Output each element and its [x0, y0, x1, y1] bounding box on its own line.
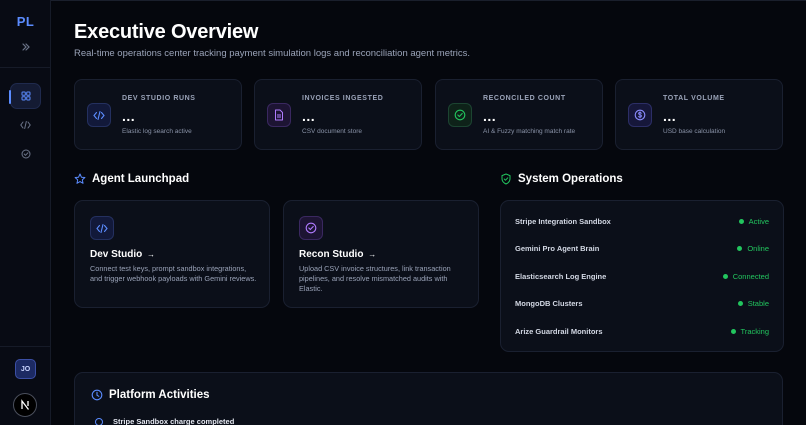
- status-badge: Connected: [722, 271, 769, 281]
- dollar-icon: [634, 109, 646, 121]
- operation-name: Stripe Integration Sandbox: [515, 216, 611, 226]
- operation-row: Stripe Integration Sandbox Active: [515, 214, 769, 228]
- launch-card-description: Connect test keys, prompt sandbox integr…: [90, 264, 257, 283]
- stat-description: AI & Fuzzy matching match rate: [483, 128, 576, 135]
- status-text: Online: [747, 244, 769, 253]
- document-icon: [275, 109, 283, 121]
- launchpad-title: Agent Launchpad: [92, 173, 190, 185]
- operation-name: Elasticsearch Log Engine: [515, 271, 607, 281]
- stat-description: USD base calculation: [663, 128, 726, 135]
- launchpad-heading: Agent Launchpad: [74, 173, 189, 185]
- status-dot-icon: [737, 301, 743, 306]
- nav-dev-studio[interactable]: [10, 112, 41, 138]
- operation-name: MongoDB Clusters: [515, 299, 583, 308]
- status-dot-icon: [730, 328, 736, 334]
- app-logo[interactable]: PL: [0, 14, 51, 29]
- status-dot-icon: [737, 246, 743, 251]
- code-icon: [96, 223, 108, 233]
- user-avatar[interactable]: JO: [15, 359, 36, 379]
- status-dot-icon: [738, 218, 744, 224]
- activities-title: Platform Activities: [109, 389, 210, 401]
- recon-studio-card[interactable]: Recon Studio → Upload CSV invoice struct…: [283, 200, 479, 308]
- launch-icon-box: [299, 216, 323, 240]
- platform-activities-panel: Platform Activities Stripe Sandbox charg…: [74, 372, 783, 425]
- activity-item[interactable]: Stripe Sandbox charge completed: [95, 417, 234, 425]
- stat-icon-box: [448, 103, 472, 127]
- stat-value: ...: [302, 108, 316, 124]
- launch-icon-box: [90, 216, 114, 240]
- sidebar-divider: [0, 346, 51, 347]
- sidebar: PL JO: [0, 0, 51, 425]
- status-text: Connected: [732, 271, 769, 281]
- stat-card-invoices-ingested: INVOICES INGESTED ... CSV document store: [254, 79, 422, 150]
- n-letter-icon: [21, 399, 30, 410]
- status-badge: Stable: [737, 299, 769, 308]
- check-circle-icon: [454, 109, 466, 121]
- stat-description: CSV document store: [302, 128, 362, 135]
- sidebar-divider: [0, 67, 51, 68]
- stat-label: RECONCILED COUNT: [483, 95, 566, 102]
- dev-studio-card[interactable]: Dev Studio → Connect test keys, prompt s…: [74, 200, 270, 308]
- code-icon: [93, 110, 105, 120]
- status-dot-icon: [722, 273, 728, 279]
- status-badge: Online: [737, 244, 769, 253]
- operations-title: System Operations: [518, 173, 623, 185]
- stat-icon-box: [628, 103, 652, 127]
- stat-value: ...: [122, 108, 136, 124]
- status-badge: Tracking: [730, 326, 769, 336]
- operation-row: Gemini Pro Agent Brain Online: [515, 242, 769, 256]
- activity-text: Stripe Sandbox charge completed: [113, 417, 235, 425]
- star-icon: [74, 173, 86, 184]
- launch-card-title: Recon Studio →: [299, 249, 376, 260]
- clock-icon: [91, 389, 103, 401]
- stat-card-reconciled-count: RECONCILED COUNT ... AI & Fuzzy matching…: [435, 79, 603, 150]
- operation-row: MongoDB Clusters Stable: [515, 297, 769, 311]
- chevrons-right-icon: [21, 43, 30, 51]
- launch-card-title: Dev Studio →: [90, 249, 155, 260]
- status-text: Tracking: [740, 326, 769, 336]
- operation-row: Elasticsearch Log Engine Connected: [515, 269, 769, 283]
- stat-value: ...: [483, 108, 497, 124]
- status-badge: Active: [738, 216, 769, 226]
- launch-card-description: Upload CSV invoice structures, link tran…: [299, 264, 451, 293]
- status-text: Stable: [747, 299, 769, 308]
- arrow-right-icon: →: [147, 250, 156, 259]
- check-circle-icon: [305, 222, 317, 234]
- system-operations-panel: Stripe Integration Sandbox Active Gemini…: [500, 200, 784, 352]
- stat-icon-box: [267, 103, 291, 127]
- check-circle-icon: [21, 149, 30, 159]
- shield-check-icon: [501, 173, 511, 185]
- stat-label: DEV STUDIO RUNS: [122, 95, 196, 102]
- arrow-right-icon: →: [368, 250, 377, 259]
- nav-dashboard[interactable]: [9, 83, 41, 109]
- status-text: Active: [748, 216, 769, 226]
- page-subtitle: Real-time operations center tracking pay…: [74, 48, 471, 59]
- grid-icon: [21, 91, 30, 101]
- launch-card-title-text: Recon Studio: [299, 249, 364, 260]
- stat-description: Elastic log search active: [122, 128, 192, 135]
- operation-name: Gemini Pro Agent Brain: [515, 244, 600, 253]
- activities-heading: Platform Activities: [91, 389, 210, 401]
- nav-recon-studio[interactable]: [10, 141, 41, 167]
- stat-icon-box: [87, 103, 111, 127]
- launch-card-title-text: Dev Studio: [90, 249, 143, 260]
- operations-heading: System Operations: [500, 173, 623, 185]
- n-logo-icon[interactable]: [13, 393, 37, 417]
- main-content: Executive Overview Real-time operations …: [51, 0, 806, 425]
- expand-sidebar-button[interactable]: [0, 38, 51, 56]
- stat-card-dev-studio-runs: DEV STUDIO RUNS ... Elastic log search a…: [74, 79, 242, 150]
- stat-value: ...: [663, 108, 677, 124]
- stat-label: TOTAL VOLUME: [663, 95, 725, 102]
- timeline-dot-icon: [95, 417, 103, 425]
- page-title: Executive Overview: [74, 21, 259, 43]
- operation-row: Arize Guardrail Monitors Tracking: [515, 324, 769, 338]
- stat-card-total-volume: TOTAL VOLUME ... USD base calculation: [615, 79, 783, 150]
- code-icon: [20, 121, 31, 129]
- stat-label: INVOICES INGESTED: [302, 95, 384, 102]
- operation-name: Arize Guardrail Monitors: [515, 326, 603, 336]
